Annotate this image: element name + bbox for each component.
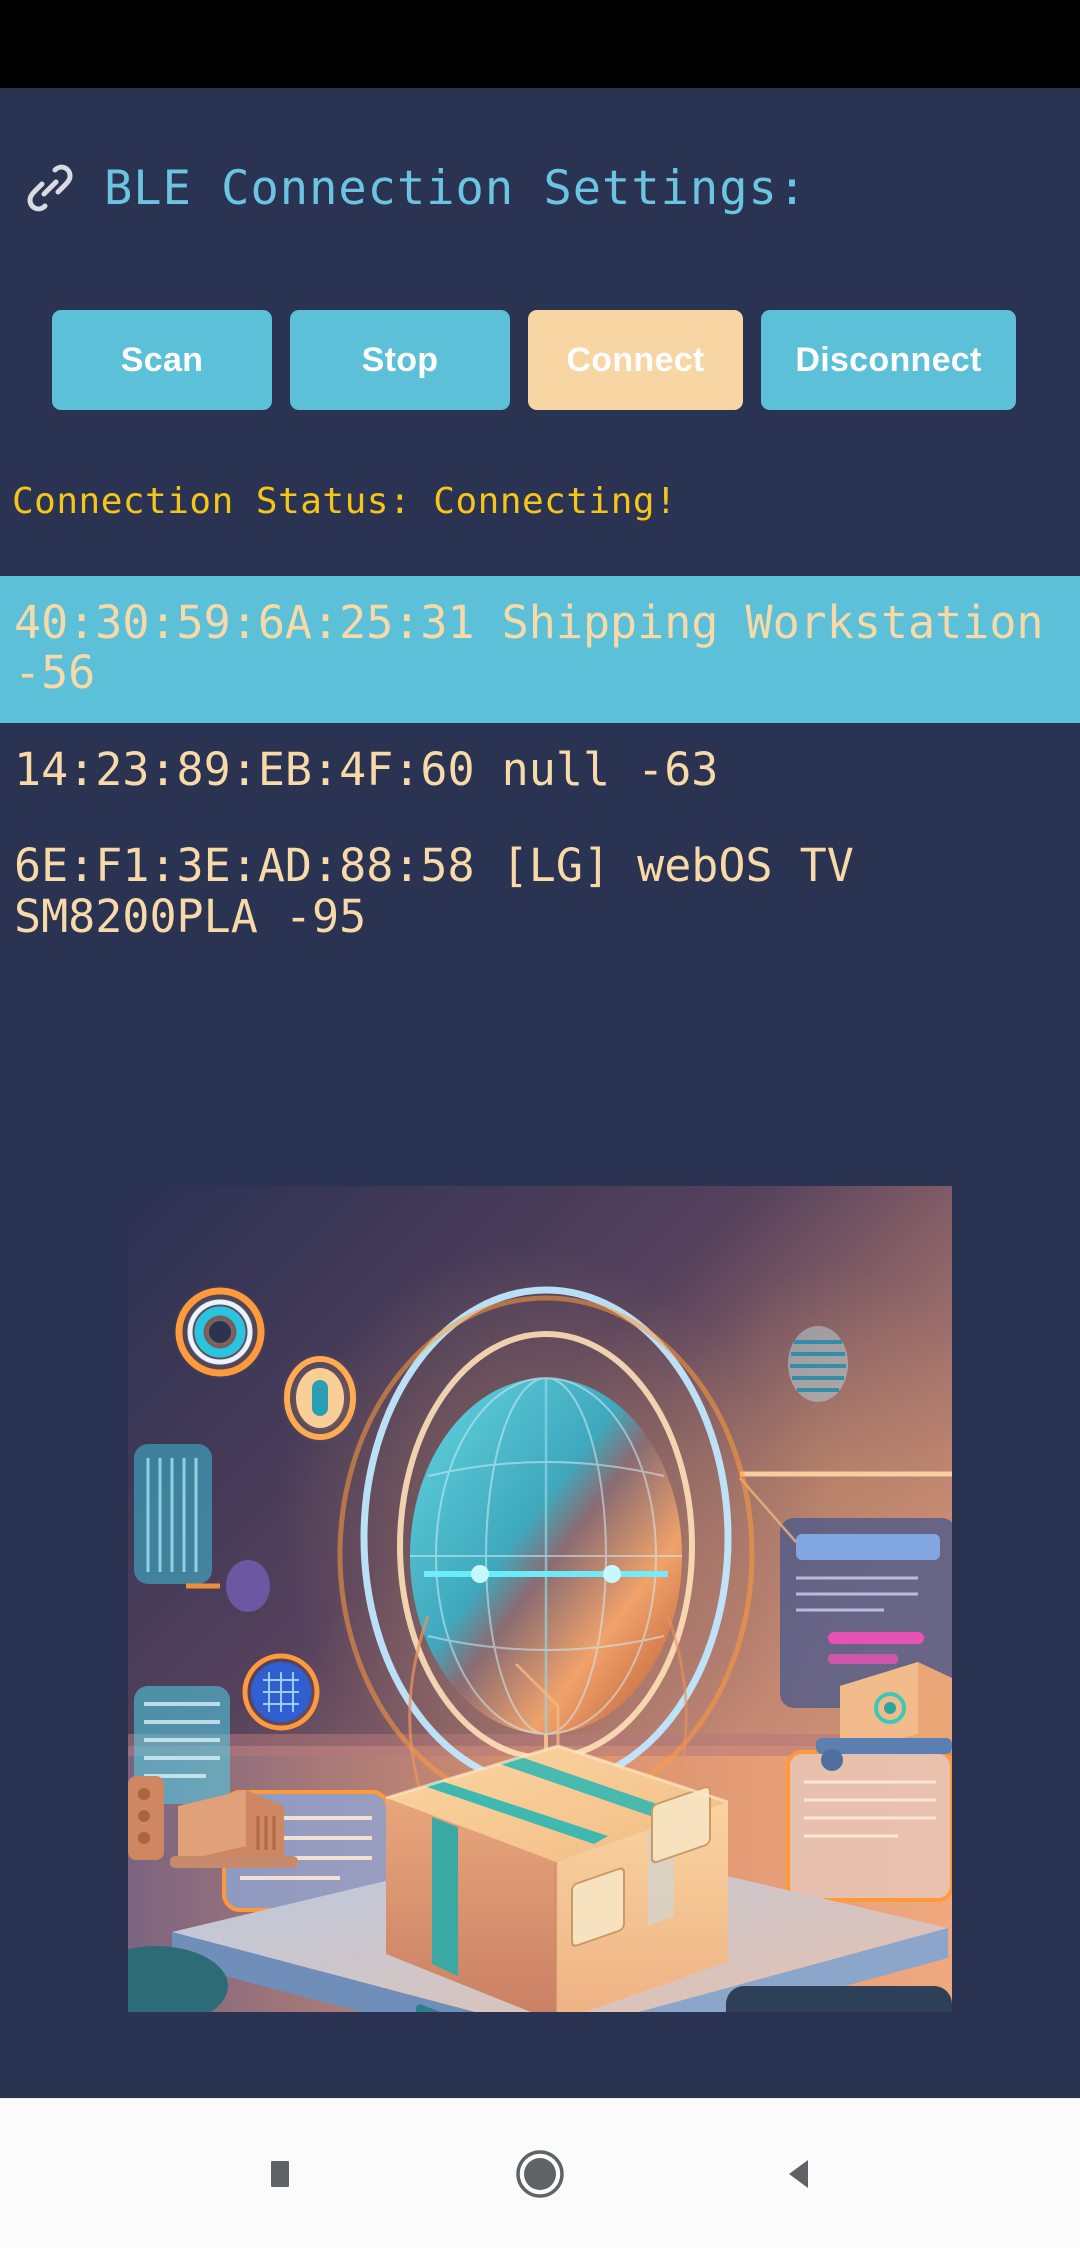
device-list-item[interactable]: 14:23:89:EB:4F:60 null -63: [0, 723, 1080, 819]
ble-action-buttons: Scan Stop Connect Disconnect: [0, 216, 1080, 410]
app-content: BLE Connection Settings: Scan Stop Conne…: [0, 88, 1080, 2098]
disconnect-button[interactable]: Disconnect: [761, 310, 1016, 410]
page-header: BLE Connection Settings:: [0, 88, 1080, 216]
scanned-device-list: 40:30:59:6A:25:31 Shipping Workstation -…: [0, 576, 1080, 966]
home-circle-icon[interactable]: [502, 2136, 578, 2212]
illustration-container: [128, 1186, 952, 2012]
device-list-item[interactable]: 6E:F1:3E:AD:88:58 [LG] webOS TV SM8200PL…: [0, 819, 1080, 966]
stop-button[interactable]: Stop: [290, 310, 510, 410]
recents-square-icon[interactable]: [242, 2136, 318, 2212]
system-status-bar: [0, 0, 1080, 88]
scan-button[interactable]: Scan: [52, 310, 272, 410]
back-triangle-icon[interactable]: [762, 2136, 838, 2212]
connect-button[interactable]: Connect: [528, 310, 743, 410]
shipping-logistics-illustration: [128, 1186, 952, 2012]
link-icon: [22, 160, 78, 216]
phone-screen: BLE Connection Settings: Scan Stop Conne…: [0, 0, 1080, 2248]
connection-status-text: Connection Status: Connecting!: [12, 481, 678, 522]
system-navigation-bar: [0, 2098, 1080, 2248]
page-title: BLE Connection Settings:: [104, 160, 808, 216]
device-list-item[interactable]: 40:30:59:6A:25:31 Shipping Workstation -…: [0, 576, 1080, 723]
